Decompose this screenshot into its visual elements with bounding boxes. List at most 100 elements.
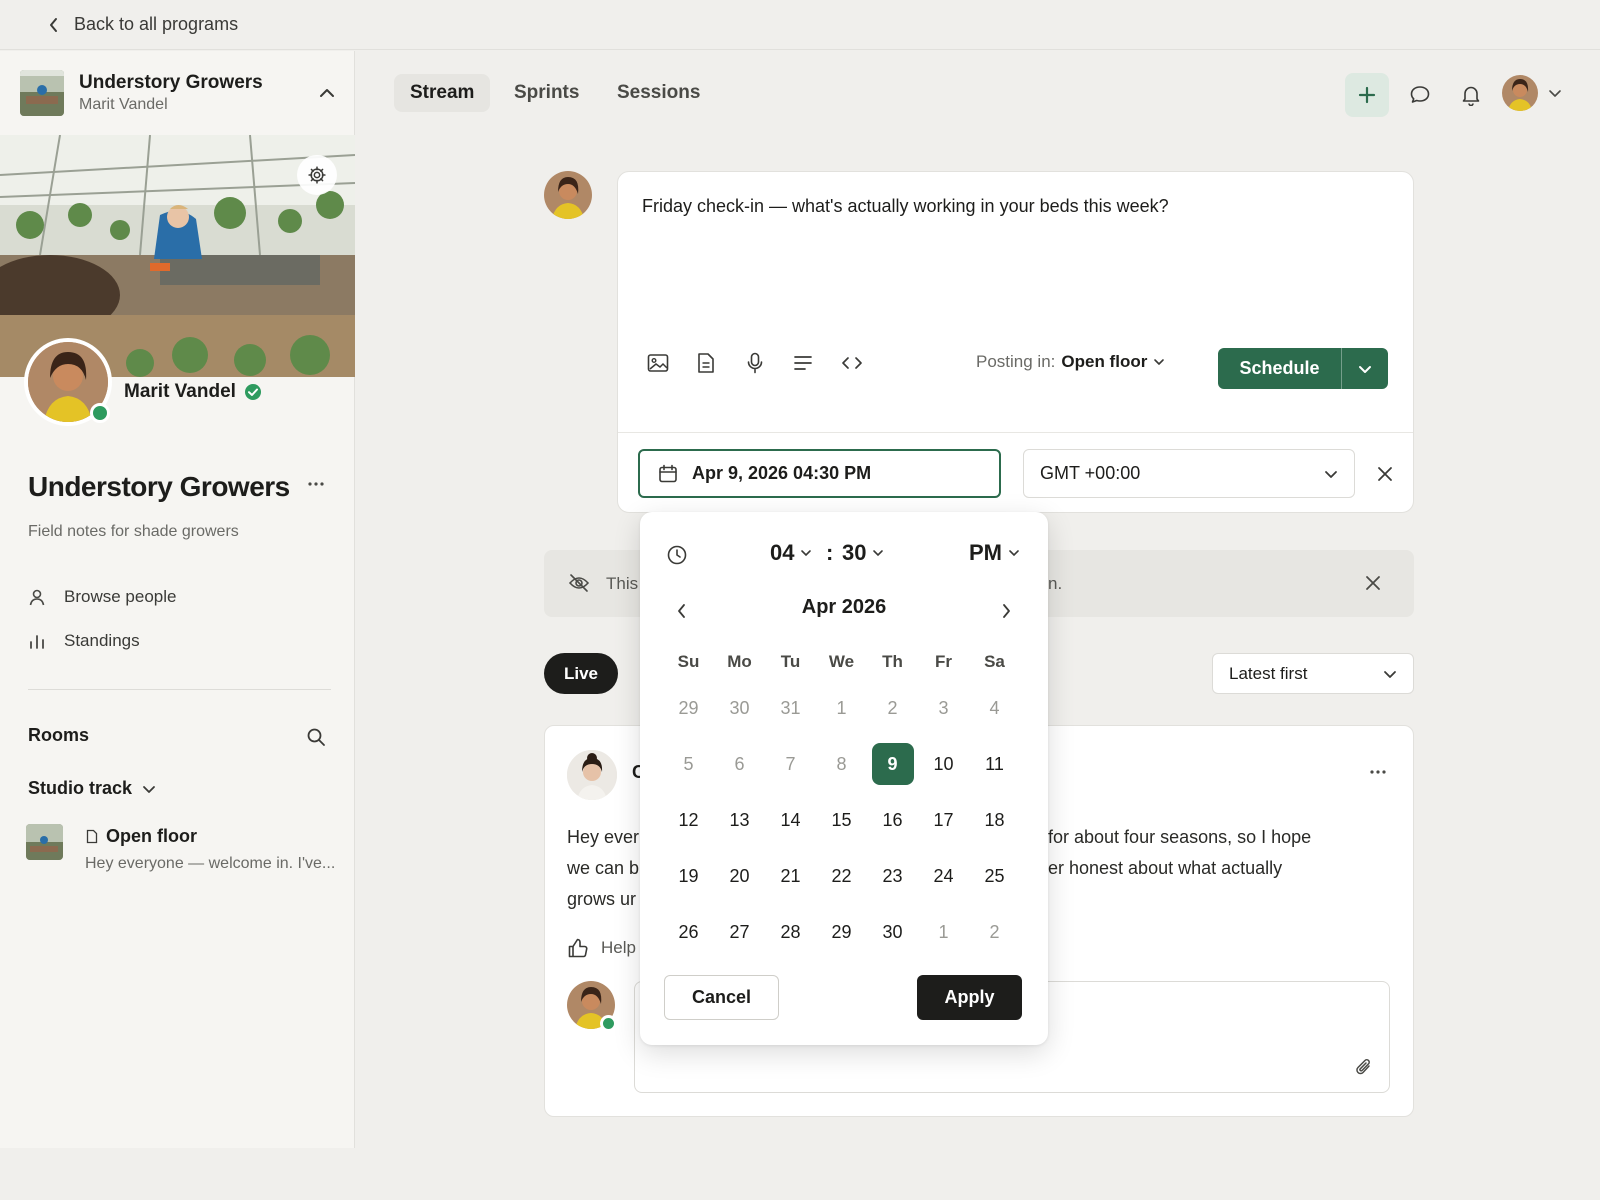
calendar-day[interactable]: 25 bbox=[969, 848, 1020, 904]
calendar-day[interactable]: 16 bbox=[867, 792, 918, 848]
user-avatar bbox=[1502, 75, 1538, 111]
calendar-day[interactable]: 11 bbox=[969, 736, 1020, 792]
cancel-button[interactable]: Cancel bbox=[664, 975, 779, 1020]
calendar-day[interactable]: 1 bbox=[816, 680, 867, 736]
tab-sprints[interactable]: Sprints bbox=[498, 74, 595, 112]
calendar-day[interactable]: 19 bbox=[663, 848, 714, 904]
paperclip-icon[interactable] bbox=[1355, 1056, 1373, 1078]
calendar-day[interactable]: 30 bbox=[867, 904, 918, 960]
calendar-day[interactable]: 6 bbox=[714, 736, 765, 792]
notifications-button[interactable] bbox=[1449, 73, 1493, 117]
back-link-label: Back to all programs bbox=[74, 14, 239, 34]
calendar-day[interactable]: 8 bbox=[816, 736, 867, 792]
calendar-day[interactable]: 12 bbox=[663, 792, 714, 848]
attach-file-button[interactable] bbox=[689, 346, 723, 380]
more-options-icon[interactable] bbox=[306, 474, 326, 494]
composer-input[interactable]: Friday check-in — what's actually workin… bbox=[642, 196, 1169, 217]
record-audio-button[interactable] bbox=[738, 346, 772, 380]
calendar-day[interactable]: 22 bbox=[816, 848, 867, 904]
schedule-split-button: Schedule bbox=[1218, 348, 1388, 389]
minute-select[interactable]: 30 bbox=[842, 540, 884, 566]
group-switcher-owner: Marit Vandel bbox=[79, 96, 168, 113]
room-preview: Hey everyone — welcome in. I've... bbox=[85, 855, 336, 872]
apply-button[interactable]: Apply bbox=[917, 975, 1022, 1020]
calendar-day[interactable]: 14 bbox=[765, 792, 816, 848]
account-menu[interactable] bbox=[1502, 75, 1562, 111]
calendar-day[interactable]: 2 bbox=[867, 680, 918, 736]
calendar-day[interactable]: 15 bbox=[816, 792, 867, 848]
ampm-select[interactable]: PM bbox=[969, 540, 1020, 566]
insert-code-button[interactable] bbox=[835, 346, 869, 380]
cover-settings-button[interactable] bbox=[297, 155, 337, 195]
search-icon bbox=[307, 728, 325, 746]
calendar-day[interactable]: 27 bbox=[714, 904, 765, 960]
chevron-down-icon bbox=[801, 550, 812, 557]
calendar-day[interactable]: 29 bbox=[816, 904, 867, 960]
sidebar-divider bbox=[28, 689, 331, 690]
time-row: 04 : 30 PM bbox=[640, 540, 1048, 570]
calendar-day[interactable]: 10 bbox=[918, 736, 969, 792]
standings-link[interactable]: Standings bbox=[28, 631, 140, 651]
calendar-day[interactable]: 30 bbox=[714, 680, 765, 736]
calendar-day[interactable]: 28 bbox=[765, 904, 816, 960]
messages-button[interactable] bbox=[1398, 73, 1442, 117]
banner-close-button[interactable] bbox=[1365, 575, 1381, 591]
thumbs-up-icon bbox=[568, 938, 588, 958]
clock-icon bbox=[666, 544, 688, 566]
calendar-day[interactable]: 20 bbox=[714, 848, 765, 904]
calendar-day[interactable]: 21 bbox=[765, 848, 816, 904]
calendar-day[interactable]: 29 bbox=[663, 680, 714, 736]
chevron-down-icon bbox=[1359, 365, 1371, 373]
hour-select[interactable]: 04 bbox=[770, 540, 812, 566]
post-author-avatar[interactable] bbox=[567, 750, 617, 800]
calendar-day[interactable]: 13 bbox=[714, 792, 765, 848]
calendar-day[interactable]: 23 bbox=[867, 848, 918, 904]
verified-icon bbox=[244, 384, 261, 400]
schedule-options-button[interactable] bbox=[1342, 348, 1388, 389]
browse-people-link[interactable]: Browse people bbox=[28, 587, 176, 607]
create-button[interactable] bbox=[1345, 73, 1389, 117]
bell-icon bbox=[1462, 86, 1480, 106]
calendar-grid: Su Mo Tu We Th Fr Sa 29 30 31 1 2 3 4 5 6 7 8 9 10 11 12 13 14 1… bbox=[663, 644, 1020, 960]
calendar-day[interactable]: 7 bbox=[765, 736, 816, 792]
sort-select[interactable]: Latest first bbox=[1212, 653, 1414, 694]
weekday-header: Su bbox=[677, 652, 700, 671]
calendar-day[interactable]: 17 bbox=[918, 792, 969, 848]
person-icon bbox=[29, 589, 45, 606]
back-link[interactable]: Back to all programs bbox=[48, 14, 238, 35]
posting-in-selector[interactable]: Posting in: Open floor bbox=[976, 352, 1165, 372]
calendar-day[interactable]: 4 bbox=[969, 680, 1020, 736]
calendar-day[interactable]: 31 bbox=[765, 680, 816, 736]
calendar-day[interactable]: 5 bbox=[663, 736, 714, 792]
owner-name[interactable]: Marit Vandel bbox=[124, 381, 262, 403]
rooms-search-button[interactable] bbox=[306, 727, 326, 747]
room-item-open-floor[interactable]: Open floor Hey everyone — welcome in. I'… bbox=[26, 824, 346, 884]
next-month-button[interactable] bbox=[991, 596, 1021, 626]
attach-image-button[interactable] bbox=[641, 346, 675, 380]
time-separator: : bbox=[826, 540, 834, 565]
schedule-date-input[interactable]: Apr 9, 2026 04:30 PM bbox=[638, 449, 1001, 498]
calendar-icon bbox=[659, 464, 677, 482]
post-body-right: for about four seasons, so I hope er hon… bbox=[1048, 827, 1312, 878]
live-filter-button[interactable]: Live bbox=[544, 653, 618, 694]
calendar-day[interactable]: 18 bbox=[969, 792, 1020, 848]
tab-sessions[interactable]: Sessions bbox=[601, 74, 716, 112]
schedule-button[interactable]: Schedule bbox=[1218, 348, 1342, 389]
calendar-day[interactable]: 3 bbox=[918, 680, 969, 736]
calendar-day[interactable]: 2 bbox=[969, 904, 1020, 960]
timezone-select[interactable]: GMT +00:00 bbox=[1023, 449, 1355, 498]
calendar-day-selected[interactable]: 9 bbox=[867, 736, 918, 792]
calendar-day[interactable]: 26 bbox=[663, 904, 714, 960]
image-icon bbox=[647, 354, 669, 372]
group-switcher[interactable]: Understory Growers Marit Vandel bbox=[0, 51, 355, 135]
post-more-button[interactable] bbox=[1368, 762, 1388, 782]
tab-stream[interactable]: Stream bbox=[394, 74, 491, 112]
chevron-down-icon bbox=[1009, 550, 1019, 557]
helpful-button[interactable]: Help bbox=[567, 937, 636, 959]
datetime-picker-popover: 04 : 30 PM Apr 2026 Su Mo Tu We Th Fr Sa 29 30 31… bbox=[640, 512, 1048, 1045]
calendar-day[interactable]: 1 bbox=[918, 904, 969, 960]
format-text-button[interactable] bbox=[786, 346, 820, 380]
calendar-day[interactable]: 24 bbox=[918, 848, 969, 904]
clear-schedule-button[interactable] bbox=[1370, 459, 1400, 489]
studio-track-toggle[interactable]: Studio track bbox=[28, 778, 156, 799]
